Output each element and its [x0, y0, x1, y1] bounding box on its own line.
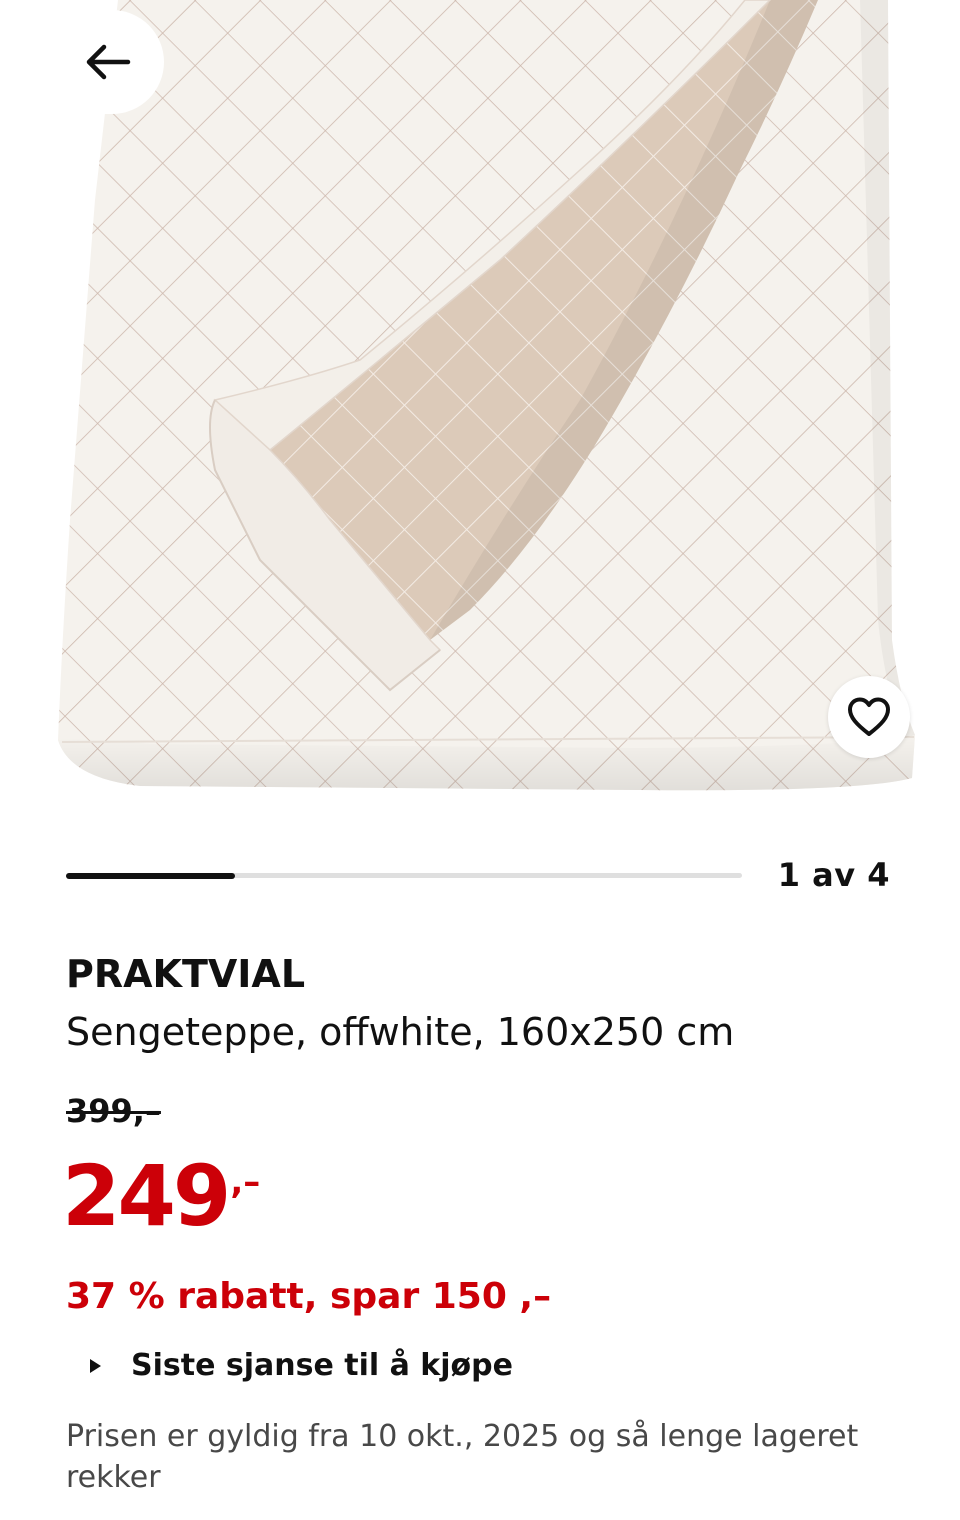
blanket-image: [58, 0, 915, 791]
arrow-left-icon: [86, 44, 131, 80]
product-image[interactable]: [0, 0, 960, 800]
discount-text: 37 % rabatt, spar 150 ,–: [66, 1276, 552, 1317]
heart-outline-icon: [848, 697, 890, 736]
back-button[interactable]: [52, 10, 164, 114]
product-name: PRAKTVIAL: [66, 952, 306, 996]
last-chance-toggle[interactable]: Siste sjanse til å kjøpe: [90, 1348, 513, 1383]
gallery-progress-fill: [66, 872, 235, 879]
current-price-suffix: ,–: [230, 1162, 261, 1202]
price-validity-text: Prisen er gyldig fra 10 okt., 2025 og så…: [66, 1419, 859, 1495]
last-chance-label: Siste sjanse til å kjøpe: [131, 1348, 513, 1383]
gallery-counter: 1 av 4: [777, 856, 890, 894]
product-description: Sengeteppe, offwhite, 160x250 cm: [66, 1010, 735, 1054]
old-price: 399,–: [66, 1092, 161, 1130]
gallery-progress-bar: [66, 872, 742, 879]
current-price: 249 ,–: [62, 1148, 260, 1244]
caret-right-icon: [90, 1358, 101, 1373]
current-price-integer: 249: [62, 1147, 231, 1245]
favorite-button[interactable]: [828, 676, 910, 758]
